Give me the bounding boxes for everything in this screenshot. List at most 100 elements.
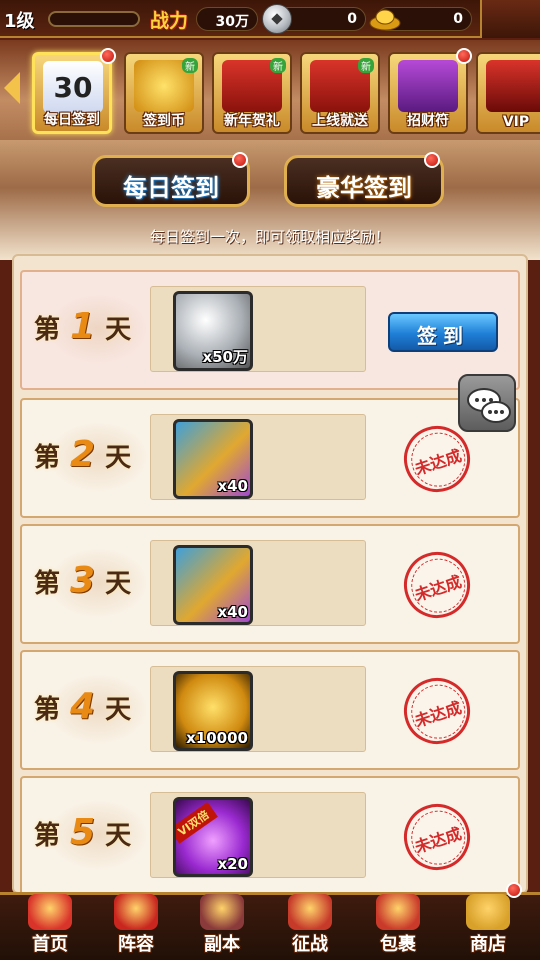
nav-label: 副本 (204, 934, 240, 955)
event-label: VIP (502, 114, 530, 130)
nav-label: 征战 (292, 934, 328, 955)
day-number: 2 (70, 434, 100, 475)
talisman-icon (398, 60, 458, 112)
signin-button[interactable]: 签到 (388, 312, 498, 352)
power-value: 30万 (196, 7, 258, 31)
event-label: 新年贺礼 (224, 113, 280, 129)
player-level: 1级 (4, 11, 35, 32)
signin-day-row: 第 1 天 x50万 签到 (20, 270, 520, 390)
double-exp-gem-icon[interactable]: VI双倍 x20 (173, 797, 253, 877)
day-prefix: 第 (34, 569, 65, 599)
reward-slot: VI双倍 x20 (150, 792, 366, 878)
day-label: 第2天 (34, 434, 135, 475)
day-suffix: 天 (105, 569, 136, 599)
nav-3-button[interactable]: 副本 (182, 892, 262, 960)
scroll-left-icon[interactable] (4, 72, 20, 104)
signin-hint: 每日签到一次，即可领取相应奖励！ (149, 228, 390, 246)
sword-icon (200, 894, 244, 930)
event-2-button[interactable]: 签到币 新 (124, 52, 204, 134)
treasure-chest-icon[interactable]: x40 (173, 419, 253, 499)
reward-quantity: x40 (217, 603, 248, 621)
reward-slot: x10000 (150, 666, 366, 752)
signin-day-row: 第 5 天 VI双倍 x20 未达成 (20, 776, 520, 896)
reward-slot: x40 (150, 540, 366, 626)
nav-label: 阵容 (118, 934, 154, 955)
gold-ingot-icon[interactable]: x10000 (173, 671, 253, 751)
not-reached-stamp: 未达成 (395, 795, 479, 879)
nav-6-button[interactable]: 商店 (448, 892, 528, 960)
chat-bubbles-icon (467, 388, 511, 423)
reward-quantity: x20 (217, 855, 248, 873)
event-5-button[interactable]: 招财符 (388, 52, 468, 134)
new-badge: 新 (270, 58, 286, 73)
day-number: 4 (70, 686, 100, 727)
event-3-button[interactable]: 新年贺礼 新 (212, 52, 292, 134)
event-notification-dot (456, 48, 472, 64)
day-prefix: 第 (34, 821, 65, 851)
event-notification-dot (100, 48, 116, 64)
nav-4-button[interactable]: 征战 (270, 892, 350, 960)
day-number: 1 (70, 306, 100, 347)
nav-2-button[interactable]: 阵容 (96, 892, 176, 960)
reward-slot: x40 (150, 414, 366, 500)
new-badge: 新 (358, 58, 374, 73)
event-4-button[interactable]: 上线就送 新 (300, 52, 380, 134)
tab-daily-notification-dot (232, 152, 248, 168)
chat-button[interactable] (458, 374, 516, 432)
double-badge: VI双倍 (176, 802, 218, 844)
nav-5-button[interactable]: 包裹 (358, 892, 438, 960)
gold-ingot-icon (369, 9, 401, 31)
day-label: 第3天 (34, 560, 135, 601)
shop-notification-dot (506, 882, 522, 898)
silver-coin-icon (262, 4, 292, 34)
event-label: 上线就送 (312, 113, 368, 129)
signin-day-row: 第 3 天 x40 未达成 (20, 524, 520, 644)
new-badge: 新 (182, 58, 198, 73)
calendar-icon: 30 (43, 61, 103, 113)
nav-label: 首页 (32, 934, 68, 955)
day-number: 3 (70, 560, 100, 601)
event-label: 每日签到 (44, 112, 100, 128)
reward-quantity: x10000 (186, 729, 248, 747)
silver-coin-icon[interactable]: x50万 (173, 291, 253, 371)
day-label: 第5天 (34, 812, 135, 853)
day-prefix: 第 (34, 315, 65, 345)
vip-icon (486, 60, 540, 112)
not-reached-stamp: 未达成 (395, 669, 479, 753)
reward-quantity: x50万 (202, 348, 248, 366)
day-number: 5 (70, 812, 100, 853)
tab-luxury-notification-dot (424, 152, 440, 168)
reward-quantity: x40 (217, 477, 248, 495)
day-label: 第4天 (34, 686, 135, 727)
target-icon (288, 894, 332, 930)
event-label: 招财符 (407, 113, 449, 129)
flag-icon (114, 894, 158, 930)
day-suffix: 天 (105, 315, 136, 345)
event-6-button[interactable]: VIP (476, 52, 540, 134)
event-1-button[interactable]: 30 每日签到 (32, 52, 112, 134)
signin-day-row: 第 4 天 x10000 未达成 (20, 650, 520, 770)
day-suffix: 天 (105, 821, 136, 851)
status-bar: 1级 战力 30万 0 0 (0, 0, 540, 38)
day-label: 第1天 (34, 306, 135, 347)
day-suffix: 天 (105, 695, 136, 725)
top-right-ornament (480, 0, 540, 38)
nav-1-button[interactable]: 首页 (10, 892, 90, 960)
reward-slot: x50万 (150, 286, 366, 372)
day-suffix: 天 (105, 443, 136, 473)
palace-icon (28, 894, 72, 930)
coins-icon (466, 894, 510, 930)
exp-bar (48, 11, 140, 27)
treasure-chest-icon[interactable]: x40 (173, 545, 253, 625)
bag-icon (376, 894, 420, 930)
day-prefix: 第 (34, 443, 65, 473)
nav-label: 商店 (470, 934, 506, 955)
signin-day-row: 第 2 天 x40 未达成 (20, 398, 520, 518)
not-reached-stamp: 未达成 (395, 543, 479, 627)
day-prefix: 第 (34, 695, 65, 725)
power-label: 战力 (150, 10, 189, 32)
nav-label: 包裹 (380, 934, 416, 955)
event-label: 签到币 (143, 113, 185, 129)
tab-luxury-signin[interactable]: 豪华签到 (284, 155, 444, 207)
tab-daily-signin[interactable]: 每日签到 (92, 155, 250, 207)
